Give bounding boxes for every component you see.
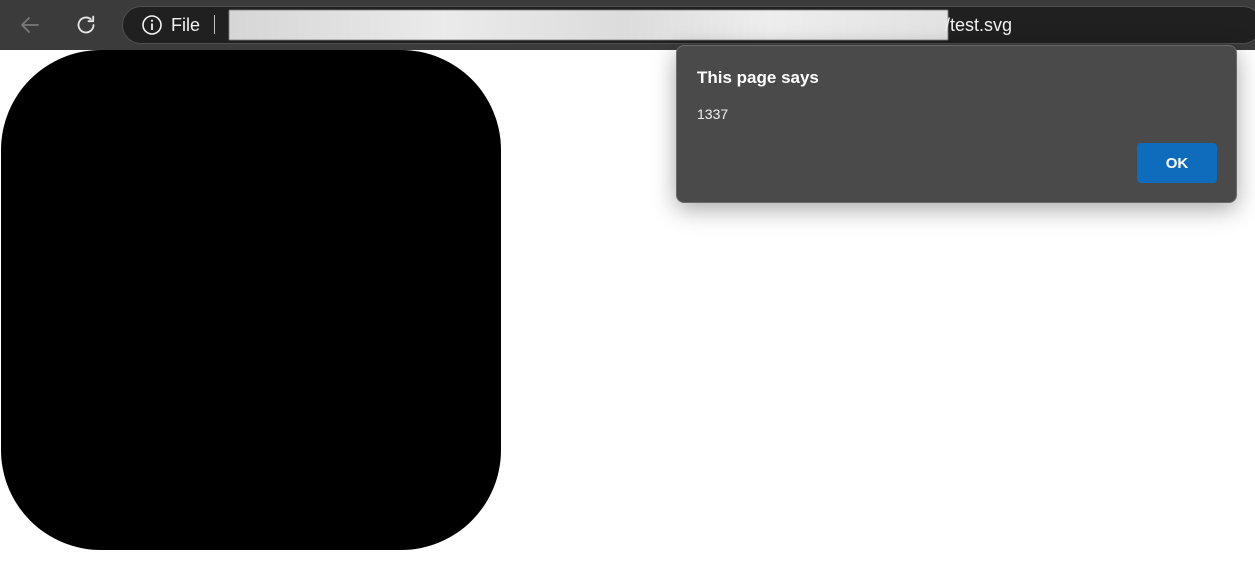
alert-dialog: This page says 1337 OK — [676, 45, 1237, 203]
address-separator — [214, 15, 215, 34]
reload-button[interactable] — [70, 9, 102, 41]
info-icon — [142, 15, 162, 35]
back-arrow-icon — [21, 17, 39, 33]
reload-icon — [77, 15, 95, 34]
svg-rounded-square — [1, 50, 501, 550]
redacted-url-path — [229, 10, 948, 40]
ok-button[interactable]: OK — [1137, 143, 1217, 183]
dialog-title: This page says — [697, 68, 819, 87]
browser-toolbar: File /test.svg — [0, 0, 1255, 50]
dialog-message: 1337 — [697, 106, 729, 122]
address-bar[interactable]: File /test.svg — [122, 6, 1255, 44]
back-button[interactable] — [14, 9, 46, 41]
scheme-label: File — [171, 14, 201, 35]
site-info-button[interactable]: File — [141, 7, 200, 43]
url-text: /test.svg — [945, 15, 1013, 35]
